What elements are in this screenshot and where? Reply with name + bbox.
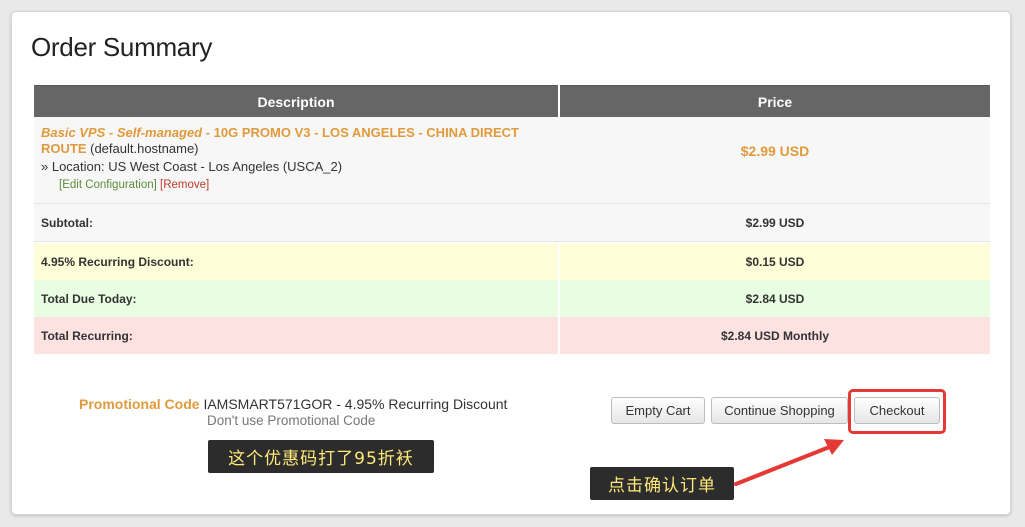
item-actions: [Edit Configuration] [Remove] bbox=[59, 179, 209, 191]
total-recurring-label: Total Recurring: bbox=[34, 317, 558, 354]
cart-item-row: Basic VPS - Self-managed - 10G PROMO V3 … bbox=[34, 117, 990, 204]
promo-code-label: Promotional Code bbox=[79, 396, 200, 412]
discount-value: $0.15 USD bbox=[560, 243, 990, 280]
promo-annotation: 这个优惠码打了95折袄 bbox=[208, 440, 434, 473]
product-group: Basic VPS - Self-managed bbox=[41, 125, 203, 140]
subtotal-row: Subtotal: $2.99 USD bbox=[34, 204, 990, 242]
remove-promo-link[interactable]: Don't use Promotional Code bbox=[207, 413, 375, 428]
product-hostname: (default.hostname) bbox=[86, 141, 199, 156]
order-summary-panel: Order Summary Description Price Basic VP… bbox=[11, 11, 1011, 515]
promo-code-value: IAMSMART571GOR - 4.95% Recurring Discoun… bbox=[199, 396, 508, 412]
cart-item-price-cell: $2.99 USD bbox=[560, 117, 990, 203]
total-recurring-value: $2.84 USD Monthly bbox=[560, 317, 990, 354]
page-title: Order Summary bbox=[31, 32, 213, 62]
edit-configuration-link[interactable]: [Edit Configuration] bbox=[59, 179, 157, 191]
cart-item-description: Basic VPS - Self-managed - 10G PROMO V3 … bbox=[34, 117, 558, 203]
promo-code-info: Promotional Code IAMSMART571GOR - 4.95% … bbox=[79, 396, 507, 412]
discount-row: 4.95% Recurring Discount: $0.15 USD bbox=[34, 243, 990, 280]
total-due-value: $2.84 USD bbox=[560, 280, 990, 317]
checkout-highlight-box bbox=[848, 389, 946, 434]
header-price: Price bbox=[560, 85, 990, 117]
product-name: Basic VPS - Self-managed - 10G PROMO V3 … bbox=[41, 125, 558, 157]
subtotal-value: $2.99 USD bbox=[745, 215, 805, 230]
total-due-label: Total Due Today: bbox=[34, 280, 558, 317]
total-due-row: Total Due Today: $2.84 USD bbox=[34, 280, 990, 317]
subtotal-label: Subtotal: bbox=[41, 215, 93, 230]
header-description: Description bbox=[34, 85, 558, 117]
total-recurring-row: Total Recurring: $2.84 USD Monthly bbox=[34, 317, 990, 354]
cart-item-price: $2.99 USD bbox=[740, 143, 810, 159]
empty-cart-button[interactable]: Empty Cart bbox=[611, 397, 705, 424]
discount-label: 4.95% Recurring Discount: bbox=[34, 243, 558, 280]
cart-table: Description Price Basic VPS - Self-manag… bbox=[34, 85, 990, 354]
continue-shopping-button[interactable]: Continue Shopping bbox=[711, 397, 848, 424]
checkout-annotation: 点击确认订单 bbox=[590, 467, 734, 500]
product-location: » Location: US West Coast - Los Angeles … bbox=[41, 159, 343, 174]
cart-table-header: Description Price bbox=[34, 85, 990, 117]
annotation-arrow-icon bbox=[734, 439, 844, 486]
remove-item-link[interactable]: [Remove] bbox=[160, 179, 209, 191]
